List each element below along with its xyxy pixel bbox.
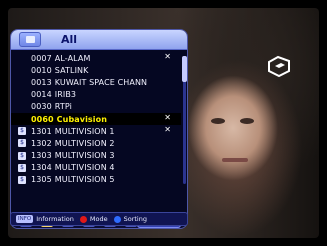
- marked-delete-icon: ✕: [164, 112, 171, 122]
- channel-name: MULTIVISION 5: [54, 175, 115, 185]
- face-eye-right: [240, 118, 254, 124]
- scrambled-icon: $: [18, 163, 26, 172]
- channel-label: 1305: [31, 175, 52, 185]
- scrambled-icon: $: [18, 127, 26, 136]
- channel-label: 0030: [31, 102, 52, 112]
- channel-name: MULTIVISION 1: [54, 126, 115, 136]
- channel-label: 0007: [31, 53, 52, 63]
- channel-list: 0007 AL-ALAM ✕ 0010 SATLINK 0013 KUWAIT SPACE …: [11, 52, 181, 186]
- channel-row[interactable]: $1303 MULTIVISION 3: [11, 150, 181, 162]
- channel-list-panel: All 0007 AL-ALAM ✕ 0010 SATLINK 0013 KUWAIT SP…: [10, 29, 188, 229]
- channel-row[interactable]: $1305 MULTIVISION 5: [11, 174, 181, 186]
- channel-row[interactable]: 0007 AL-ALAM ✕: [11, 52, 181, 64]
- channel-row[interactable]: $1302 MULTIVISION 2: [11, 137, 181, 149]
- face-eye-left: [211, 118, 225, 124]
- channel-name: MULTIVISION 3: [54, 151, 115, 161]
- channel-name: AL-ALAM: [54, 53, 91, 63]
- channel-name: KUWAIT SPACE CHANN: [54, 77, 148, 87]
- channel-name: MULTIVISION 2: [54, 138, 115, 148]
- key-legend: INFO Information Mode Sorting: [10, 212, 188, 226]
- info-key-icon: INFO: [16, 215, 34, 223]
- channel-label: 0060: [31, 114, 54, 124]
- marked-delete-icon: ✕: [164, 125, 171, 135]
- channel-logo-icon: [266, 53, 292, 79]
- scrambled-icon: $: [18, 151, 26, 160]
- channel-label: 1301: [31, 126, 52, 136]
- channel-label: 0010: [31, 65, 52, 75]
- red-key-icon: [79, 215, 87, 223]
- scrambled-icon: $: [18, 175, 26, 184]
- folder-icon[interactable]: [19, 32, 41, 47]
- channel-label: 1304: [31, 163, 52, 173]
- channel-group-title: All: [61, 33, 78, 46]
- scrollbar-thumb[interactable]: [182, 56, 187, 82]
- channel-name: RTPi: [54, 102, 72, 112]
- sorting-label: Sorting: [123, 215, 147, 223]
- channel-label: 0014: [31, 90, 52, 100]
- channel-name: Cubavision: [56, 114, 108, 124]
- channel-row[interactable]: $1304 MULTIVISION 4: [11, 162, 181, 174]
- channel-name: SATLINK: [54, 65, 89, 75]
- channel-row[interactable]: 0014 IRIB3: [11, 89, 181, 101]
- channel-row[interactable]: 0013 KUWAIT SPACE CHANN: [11, 76, 181, 88]
- channel-row[interactable]: 0030 RTPi: [11, 101, 181, 113]
- channel-label: 0013: [31, 77, 52, 87]
- channel-name: MULTIVISION 4: [54, 163, 115, 173]
- info-label: Information: [36, 215, 74, 223]
- channel-name: IRIB3: [54, 90, 77, 100]
- channel-row[interactable]: 0060 Cubavision ✕: [11, 112, 181, 126]
- channel-label: 1303: [31, 151, 52, 161]
- channel-row[interactable]: $1301 MULTIVISION 1 ✕: [11, 125, 181, 137]
- mode-label: Mode: [89, 215, 108, 223]
- marked-delete-icon: ✕: [164, 52, 171, 61]
- channel-row[interactable]: 0010 SATLINK: [11, 64, 181, 76]
- scrambled-icon: $: [18, 139, 26, 148]
- face-mouth: [222, 158, 248, 162]
- channel-label: 1302: [31, 138, 52, 148]
- blue-key-icon: [113, 215, 121, 223]
- channel-list-header: All: [11, 30, 187, 50]
